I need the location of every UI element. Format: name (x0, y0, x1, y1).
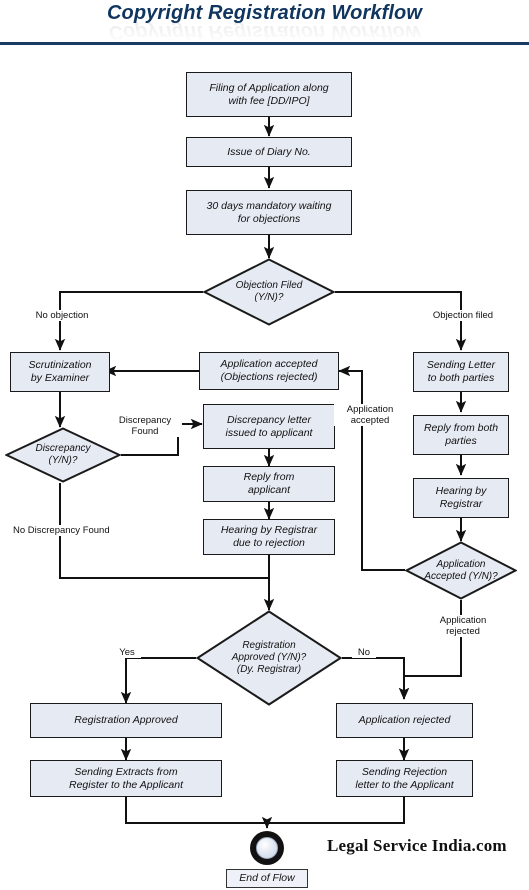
node-sending-letter-both-parties[interactable]: Sending Letter to both parties (413, 352, 509, 392)
edge-label-objection-filed: Objection filed (420, 310, 506, 321)
node-mandatory-waiting[interactable]: 30 days mandatory waiting for objections (186, 190, 352, 235)
diamond-shape (203, 258, 335, 326)
node-sending-extracts[interactable]: Sending Extracts from Register to the Ap… (30, 760, 222, 797)
node-discrepancy-letter[interactable]: Discrepancy letter issued to applicant (203, 404, 335, 449)
end-of-flow-label: End of Flow (226, 869, 308, 888)
node-application-rejected[interactable]: Application rejected (336, 703, 473, 738)
node-sending-rejection-letter[interactable]: Sending Rejection letter to the Applican… (336, 760, 473, 797)
edge-label-discrepancy-found: Discrepancy Found (108, 415, 182, 437)
edge-label-application-accepted: Application accepted (334, 404, 406, 426)
decision-registration-approved[interactable]: Registration Approved (Y/N)? (Dy. Regist… (196, 610, 342, 706)
decision-objection-filed[interactable]: Objection Filed (Y/N)? (203, 258, 335, 326)
diamond-shape (196, 610, 342, 706)
edge-label-no-objection: No objection (20, 310, 104, 321)
edge-label-application-rejected: Application rejected (427, 615, 499, 637)
site-watermark: Legal Service India.com (327, 836, 507, 855)
node-reply-from-applicant[interactable]: Reply from applicant (203, 466, 335, 502)
node-application-accepted[interactable]: Application accepted (Objections rejecte… (199, 352, 339, 390)
flowchart-canvas: Filing of Application along with fee [DD… (0, 0, 529, 890)
node-reply-from-both-parties[interactable]: Reply from both parties (413, 415, 509, 455)
node-registration-approved[interactable]: Registration Approved (30, 703, 222, 738)
node-hearing-by-registrar[interactable]: Hearing by Registrar (413, 478, 509, 518)
decision-application-accepted[interactable]: Application Accepted (Y/N)? (405, 541, 517, 600)
edge-label-no: No (352, 647, 376, 658)
node-scrutinization-by-examiner[interactable]: Scrutinization by Examiner (10, 352, 110, 392)
node-issue-of-diary-no[interactable]: Issue of Diary No. (186, 137, 352, 167)
diamond-shape (5, 427, 121, 483)
edge-label-no-discrepancy-found: No Discrepancy Found (12, 525, 144, 536)
end-of-flow-terminator-inner (256, 837, 278, 859)
node-hearing-due-to-rejection[interactable]: Hearing by Registrar due to rejection (203, 519, 335, 555)
end-of-flow-terminator[interactable] (250, 831, 284, 865)
edge-label-yes: Yes (113, 647, 141, 658)
diamond-shape (405, 541, 517, 600)
decision-discrepancy[interactable]: Discrepancy (Y/N)? (5, 427, 121, 483)
node-filing-of-application[interactable]: Filing of Application along with fee [DD… (186, 72, 352, 117)
